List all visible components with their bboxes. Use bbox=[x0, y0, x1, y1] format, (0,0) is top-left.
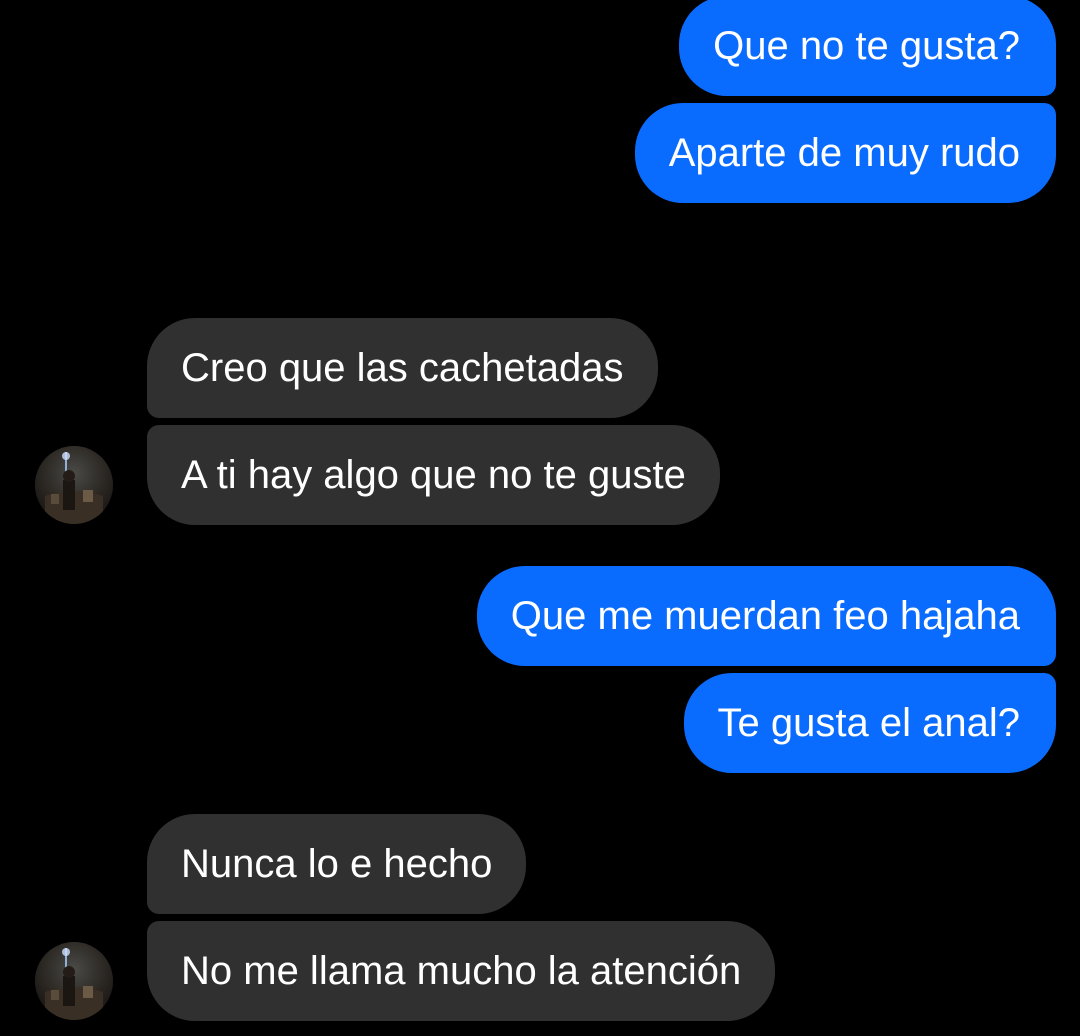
contact-avatar[interactable] bbox=[35, 942, 113, 1020]
message-bubble-received[interactable]: Nunca lo e hecho bbox=[147, 814, 527, 914]
message-bubble-received[interactable]: A ti hay algo que no te guste bbox=[147, 425, 720, 525]
message-bubble-received[interactable]: No me llama mucho la atención bbox=[147, 921, 776, 1021]
message-bubble-sent[interactable]: Aparte de muy rudo bbox=[634, 103, 1056, 203]
contact-avatar[interactable] bbox=[35, 446, 113, 524]
message-bubble-sent[interactable]: Que no te gusta? bbox=[679, 0, 1056, 96]
message-bubble-sent[interactable]: Que me muerdan feo hajaha bbox=[476, 566, 1056, 666]
message-text: Aparte de muy rudo bbox=[668, 130, 1020, 175]
message-text: Te gusta el anal? bbox=[717, 700, 1020, 745]
message-text: Que no te gusta? bbox=[713, 23, 1020, 68]
message-bubble-received[interactable]: Creo que las cachetadas bbox=[147, 318, 658, 418]
message-text: Nunca lo e hecho bbox=[181, 841, 493, 886]
message-text: No me llama mucho la atención bbox=[181, 948, 742, 993]
message-text: Creo que las cachetadas bbox=[181, 345, 624, 390]
avatar-photo-icon bbox=[35, 446, 113, 524]
message-bubble-sent[interactable]: Te gusta el anal? bbox=[683, 673, 1056, 773]
message-text: A ti hay algo que no te guste bbox=[181, 452, 686, 497]
avatar-photo-icon bbox=[35, 942, 113, 1020]
message-text: Que me muerdan feo hajaha bbox=[510, 593, 1020, 638]
